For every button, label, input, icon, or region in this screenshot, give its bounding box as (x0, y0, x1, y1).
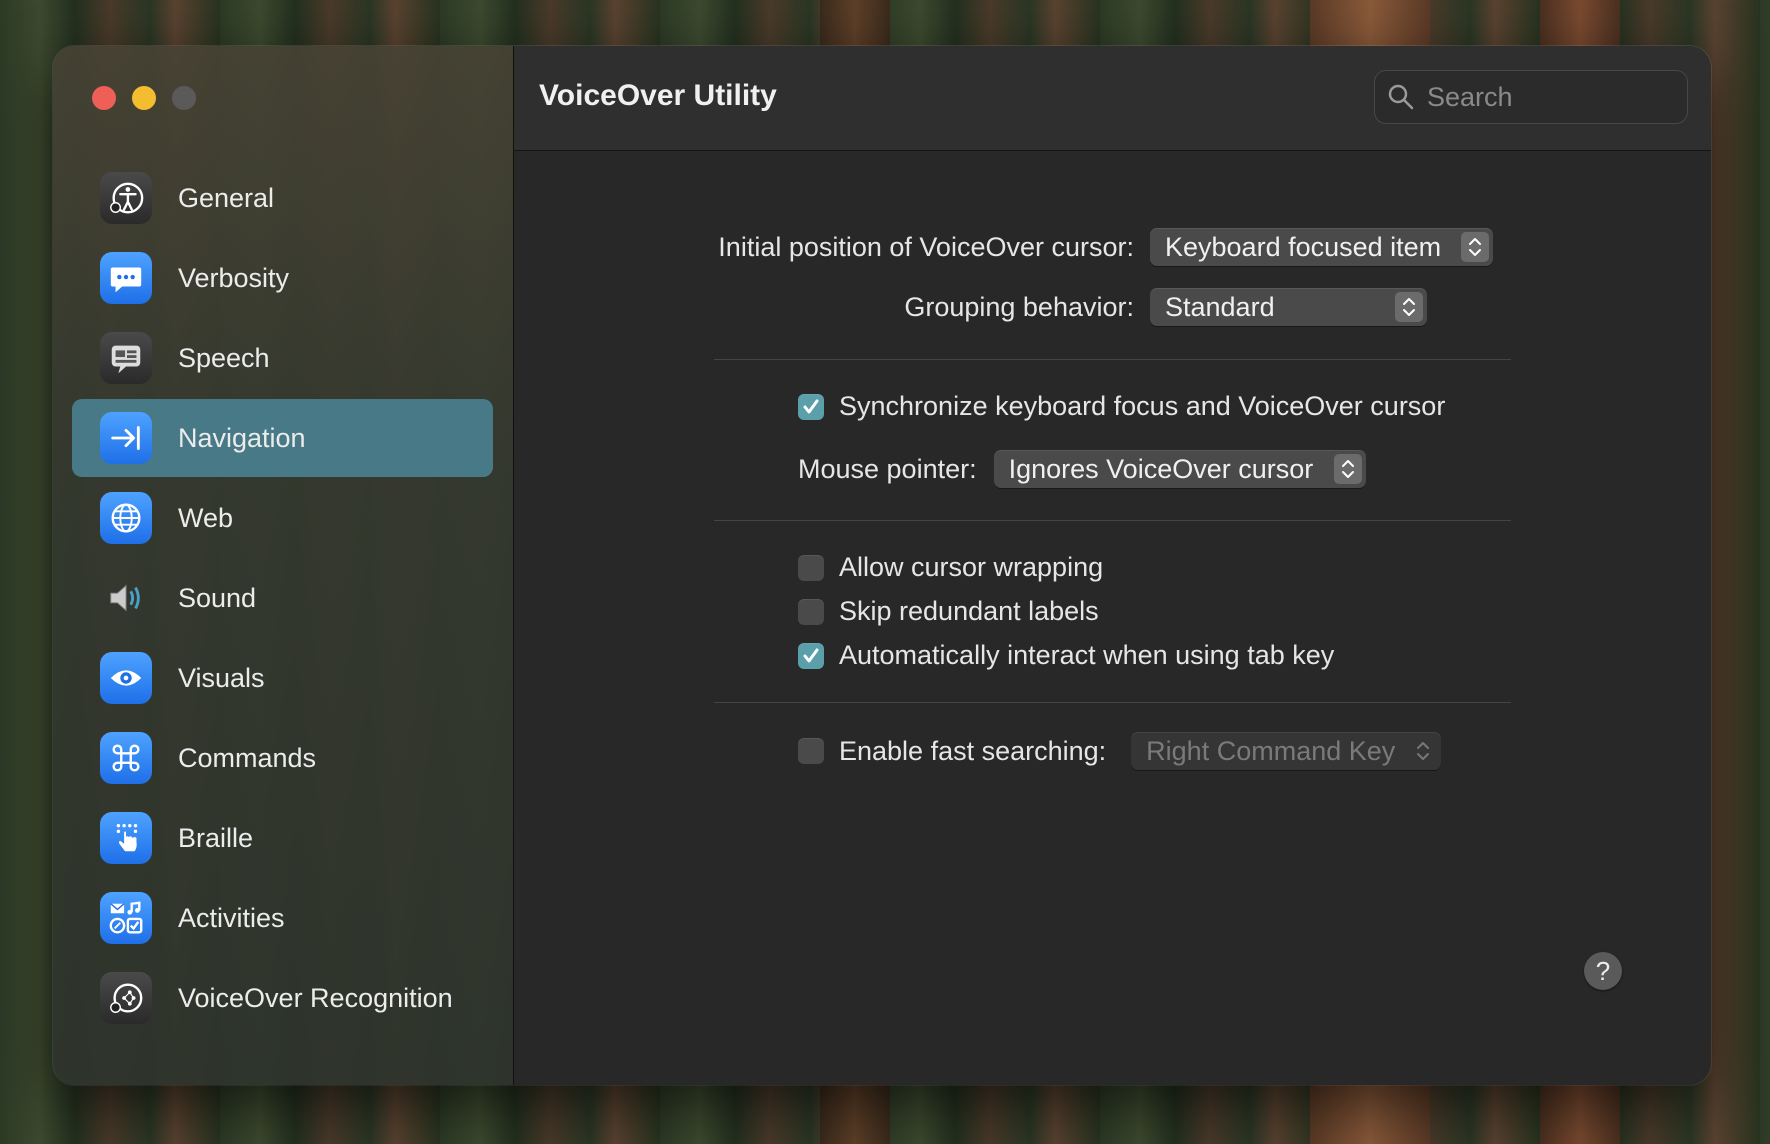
window-title: VoiceOver Utility (539, 79, 777, 112)
mouse-pointer-label: Mouse pointer: (798, 453, 977, 484)
sidebar-item-voiceover-recognition[interactable]: VoiceOver Recognition (72, 959, 493, 1037)
sidebar-item-activities[interactable]: Activities (72, 879, 493, 957)
chevron-updown-icon (1395, 292, 1423, 322)
voiceover-utility-window: General Verbosity Speech Navigation Web … (53, 46, 1711, 1085)
mouse-pointer-popup[interactable]: Ignores VoiceOver cursor (993, 450, 1366, 488)
initial-position-label: Initial position of VoiceOver cursor: (718, 231, 1134, 262)
fast-search-checkbox[interactable] (798, 738, 824, 764)
sync-label: Synchronize keyboard focus and VoiceOver… (839, 391, 1446, 421)
search-input[interactable] (1425, 80, 1659, 114)
sidebar-item-label: VoiceOver Recognition (178, 982, 453, 1013)
sidebar-item-speech[interactable]: Speech (72, 319, 493, 397)
sync-checkbox[interactable] (798, 393, 824, 420)
arrow-to-bar-icon (100, 412, 152, 464)
sidebar: General Verbosity Speech Navigation Web … (53, 46, 514, 1085)
sidebar-item-label: Commands (178, 742, 317, 773)
eye-icon (100, 652, 152, 704)
speaker-icon (100, 572, 152, 624)
sidebar-item-label: Braille (178, 822, 254, 853)
skip-row[interactable]: Skip redundant labels (798, 596, 1099, 627)
checkmark-icon (803, 648, 819, 662)
chevron-updown-icon (1409, 736, 1437, 766)
sidebar-item-navigation[interactable]: Navigation (72, 399, 493, 477)
sidebar-item-visuals[interactable]: Visuals (72, 639, 493, 717)
minimize-button[interactable] (132, 86, 156, 110)
close-button[interactable] (92, 86, 116, 110)
sidebar-list: General Verbosity Speech Navigation Web … (72, 159, 493, 1039)
sidebar-item-label: Sound (178, 582, 257, 613)
wrap-label: Allow cursor wrapping (839, 552, 1104, 582)
grouping-label: Grouping behavior: (904, 291, 1134, 322)
fast-search-label: Enable fast searching: (839, 735, 1107, 766)
fast-search-key-value: Right Command Key (1146, 735, 1396, 766)
checkmark-icon (803, 399, 819, 413)
sidebar-item-braille[interactable]: Braille (72, 799, 493, 877)
initial-position-row: Initial position of VoiceOver cursor: Ke… (514, 228, 1499, 266)
search-field[interactable] (1374, 70, 1688, 124)
accessibility-person-icon (100, 172, 152, 224)
sidebar-item-label: Verbosity (178, 262, 290, 293)
braille-hand-icon (100, 812, 152, 864)
sync-row[interactable]: Synchronize keyboard focus and VoiceOver… (798, 391, 1445, 422)
sidebar-item-label: Web (178, 502, 234, 533)
sidebar-item-general[interactable]: General (72, 159, 493, 237)
search-icon (1388, 84, 1414, 110)
sidebar-item-label: Speech (178, 342, 270, 373)
recognition-icon (100, 972, 152, 1024)
grouping-row: Grouping behavior: Standard (514, 288, 1427, 326)
sidebar-item-label: General (178, 182, 275, 213)
skip-label: Skip redundant labels (839, 596, 1099, 626)
activities-grid-icon (100, 892, 152, 944)
chevron-updown-icon (1461, 232, 1489, 262)
auto-interact-checkbox[interactable] (798, 642, 824, 669)
command-key-icon (100, 732, 152, 784)
window-controls (92, 86, 196, 110)
sidebar-item-commands[interactable]: Commands (72, 719, 493, 797)
speech-bubble-dots-icon (100, 252, 152, 304)
sidebar-item-sound[interactable]: Sound (72, 559, 493, 637)
grouping-value: Standard (1165, 291, 1275, 322)
toolbar: VoiceOver Utility (514, 46, 1711, 151)
main-panel: VoiceOver Utility Initial position of Vo… (514, 46, 1711, 1085)
chevron-updown-icon (1333, 454, 1362, 484)
sidebar-item-web[interactable]: Web (72, 479, 493, 557)
sidebar-item-verbosity[interactable]: Verbosity (72, 239, 493, 317)
grouping-popup[interactable]: Standard (1150, 288, 1427, 326)
initial-position-value: Keyboard focused item (1165, 231, 1442, 262)
mouse-pointer-row: Mouse pointer: Ignores VoiceOver cursor (798, 450, 1366, 488)
speech-icon (100, 332, 152, 384)
divider (714, 702, 1511, 703)
fast-search-row: Enable fast searching: Right Command Key (798, 732, 1442, 770)
wrap-row[interactable]: Allow cursor wrapping (798, 552, 1103, 583)
divider (714, 520, 1511, 521)
globe-icon (100, 492, 152, 544)
wrap-checkbox[interactable] (798, 554, 824, 581)
sidebar-item-label: Activities (178, 902, 285, 933)
sidebar-item-label: Visuals (178, 662, 265, 693)
sidebar-item-label: Navigation (178, 422, 306, 453)
initial-position-popup[interactable]: Keyboard focused item (1150, 228, 1493, 266)
zoom-button[interactable] (172, 86, 196, 110)
mouse-pointer-value: Ignores VoiceOver cursor (1008, 453, 1314, 484)
divider (714, 359, 1511, 360)
fast-search-key-popup[interactable]: Right Command Key (1131, 732, 1442, 770)
auto-interact-label: Automatically interact when using tab ke… (839, 640, 1335, 670)
help-button[interactable]: ? (1584, 952, 1622, 990)
skip-checkbox[interactable] (798, 598, 824, 625)
auto-interact-row[interactable]: Automatically interact when using tab ke… (798, 640, 1334, 671)
